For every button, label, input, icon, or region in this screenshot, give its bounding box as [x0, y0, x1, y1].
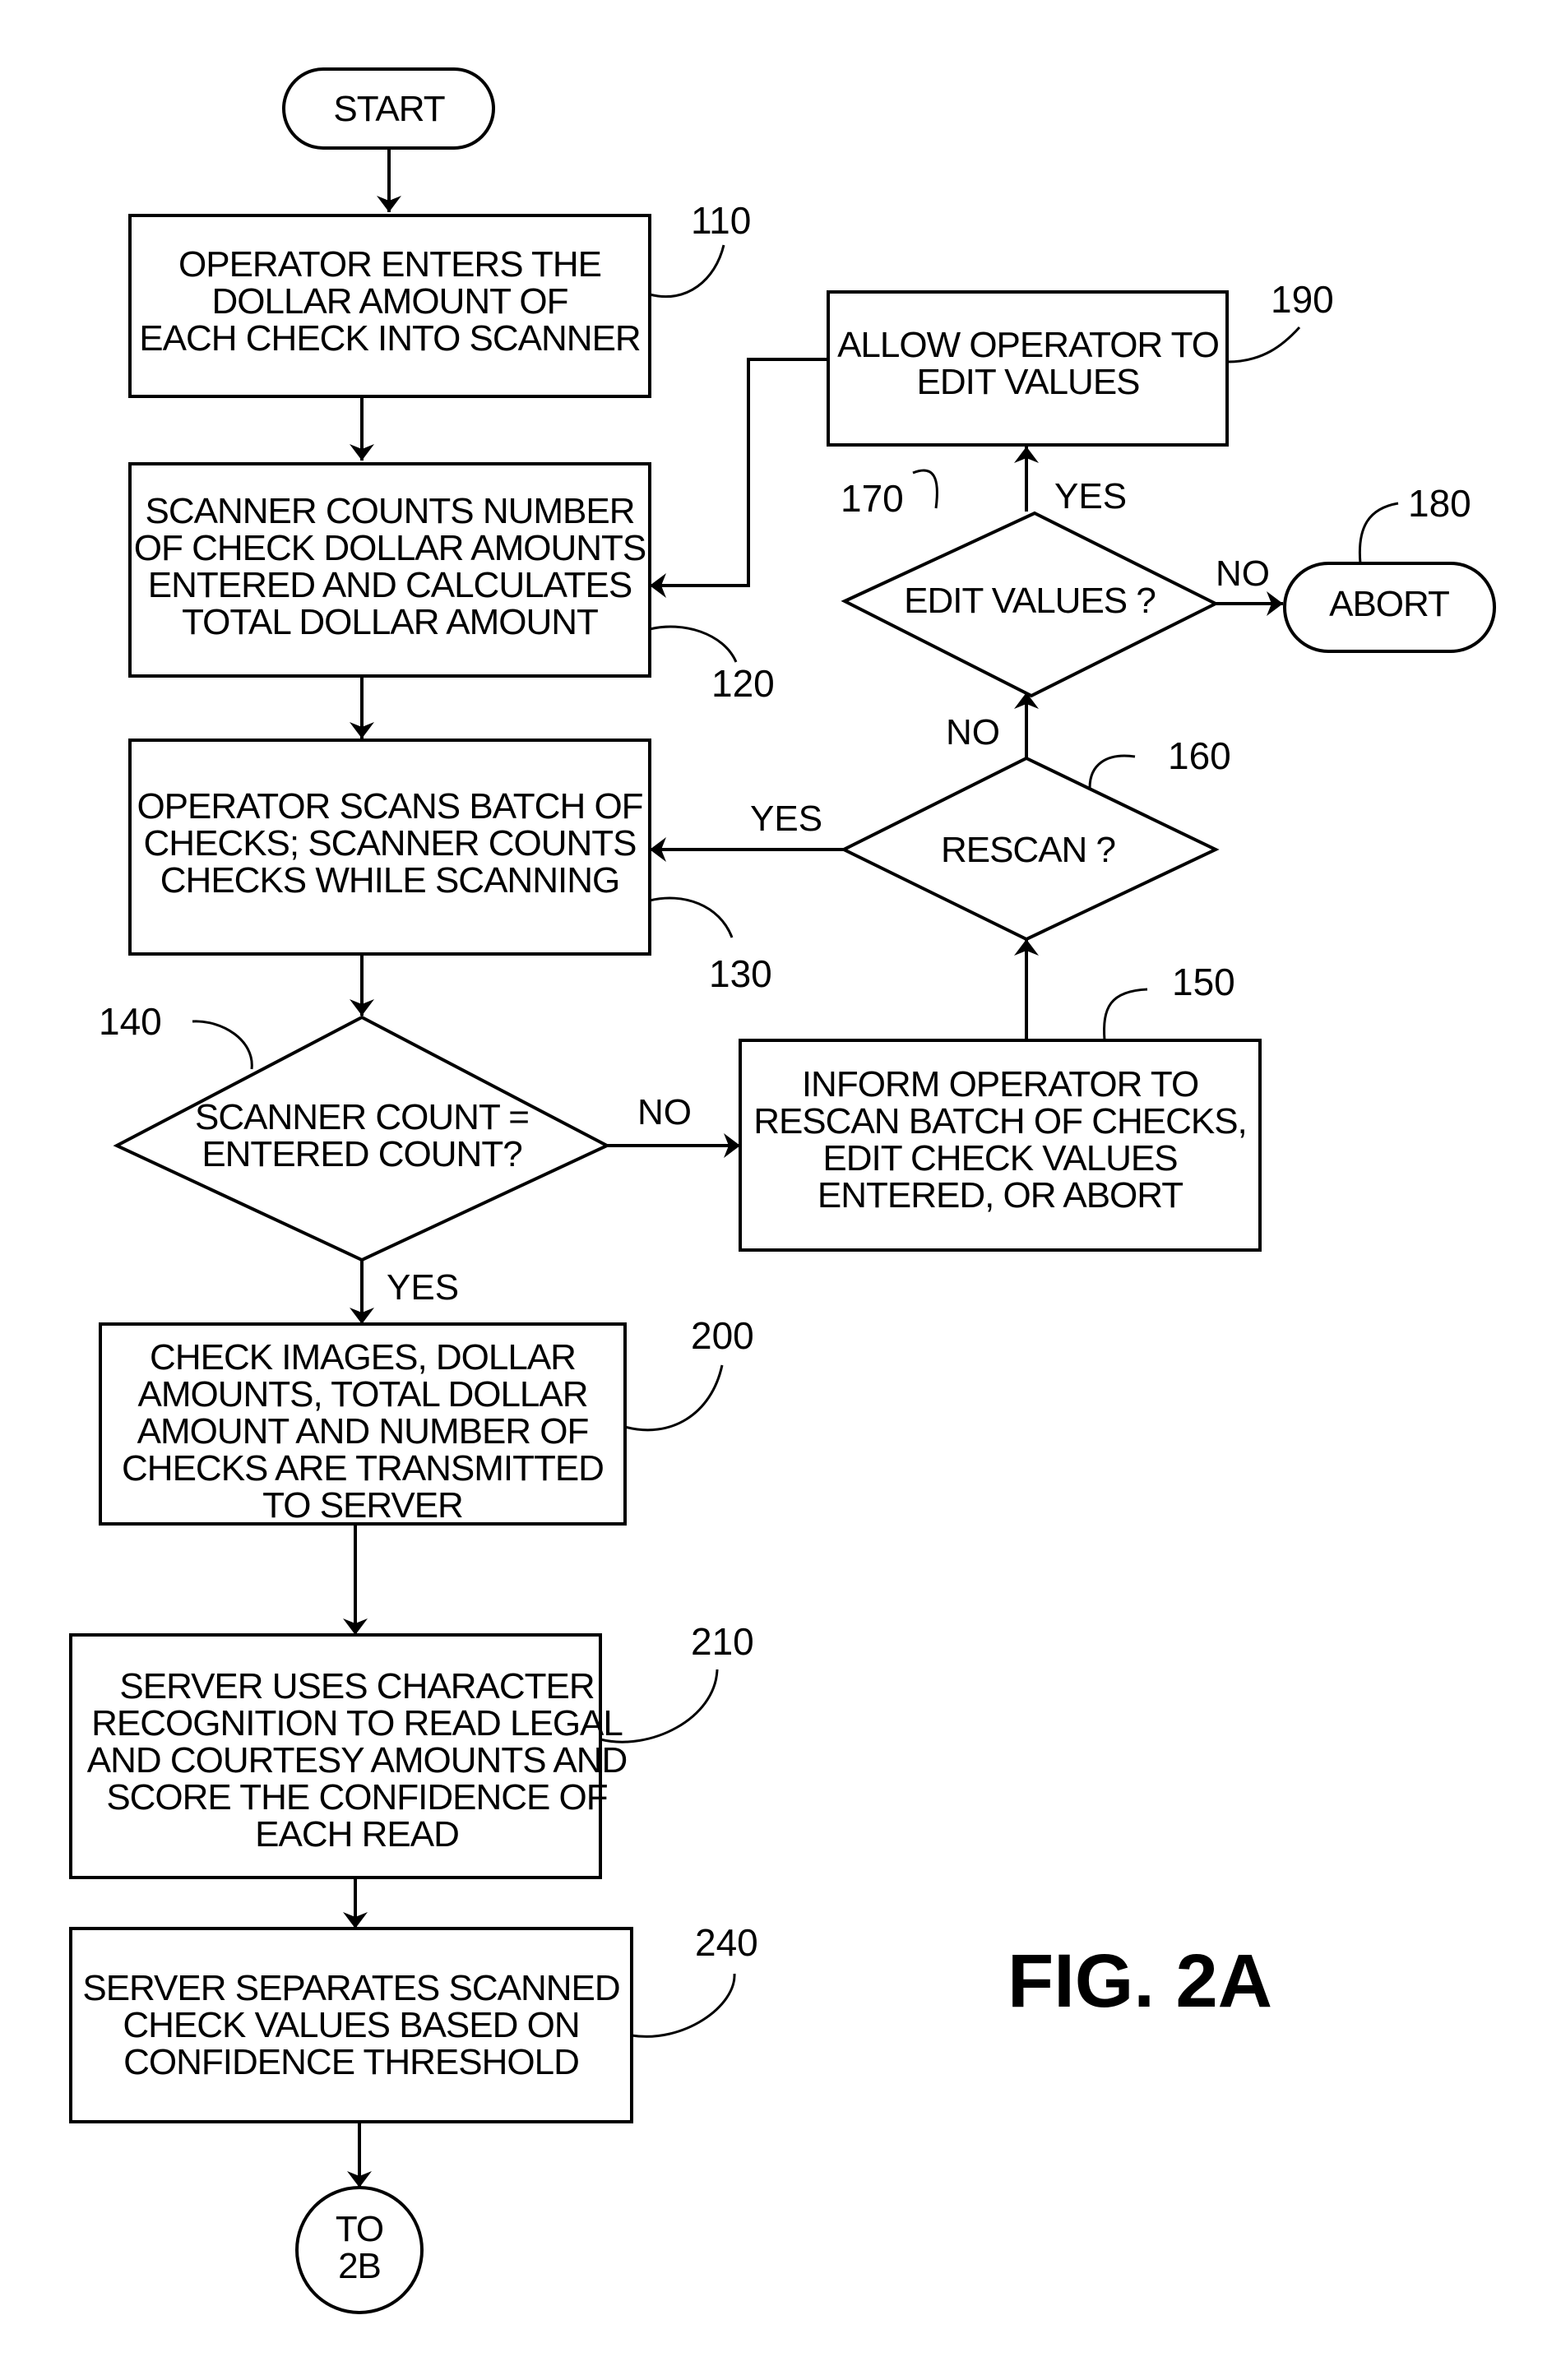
branch-140-yes: YES — [387, 1267, 459, 1308]
step-210-line-2: RECOGNITION TO READ LEGAL — [91, 1703, 623, 1743]
decision-160-label: RESCAN ? — [941, 830, 1115, 870]
ref-150: 150 — [1172, 961, 1235, 1003]
ref-120-leader — [649, 625, 738, 663]
connector-line-2: 2B — [338, 2246, 381, 2286]
ref-190: 190 — [1271, 278, 1334, 321]
abort-label: ABORT — [1329, 584, 1449, 624]
ref-110-leader — [649, 244, 725, 299]
connector-line-1: TO — [336, 2209, 383, 2249]
step-200-line-1: CHECK IMAGES, DOLLAR — [150, 1337, 576, 1378]
ref-160: 160 — [1168, 734, 1231, 777]
step-120-line-4: TOTAL DOLLAR AMOUNT — [182, 602, 598, 642]
ref-150-leader — [1103, 988, 1148, 1041]
step-150-box: INFORM OPERATOR TO RESCAN BATCH OF CHECK… — [739, 1039, 1262, 1252]
step-210-line-4: SCORE THE CONFIDENCE OF — [106, 1777, 607, 1817]
ref-140-leader-visible — [192, 1020, 253, 1070]
branch-160-no: NO — [946, 712, 1000, 752]
step-110-box: OPERATOR ENTERS THE DOLLAR AMOUNT OF EAC… — [128, 214, 651, 398]
branch-140-no: NO — [637, 1092, 692, 1132]
step-200-line-3: AMOUNT AND NUMBER OF — [137, 1411, 589, 1452]
step-200-line-2: AMOUNTS, TOTAL DOLLAR — [137, 1374, 587, 1415]
step-150-line-1: INFORM OPERATOR TO — [802, 1064, 1198, 1104]
ref-210: 210 — [691, 1620, 754, 1663]
edge-190-120 — [650, 358, 827, 598]
ref-140: 140 — [99, 1000, 162, 1043]
ref-240: 240 — [695, 1921, 758, 1964]
step-110-line-3: EACH CHECK INTO SCANNER — [139, 318, 640, 359]
step-210-box: SERVER USES CHARACTER RECOGNITION TO REA… — [69, 1633, 628, 1879]
step-130-line-3: CHECKS WHILE SCANNING — [160, 860, 619, 901]
step-190-line-1: ALLOW OPERATOR TO — [837, 325, 1219, 365]
ref-180-leader — [1358, 502, 1399, 564]
step-150-line-4: ENTERED, OR ABORT — [818, 1175, 1183, 1215]
step-130-line-2: CHECKS; SCANNER COUNTS — [144, 823, 637, 864]
ref-160-leader — [1088, 754, 1136, 789]
decision-170-label: EDIT VALUES ? — [904, 581, 1156, 621]
step-200-line-4: CHECKS ARE TRANSMITTED — [122, 1448, 604, 1489]
abort-terminal: ABORT — [1283, 562, 1496, 653]
decision-140-line-1: SCANNER COUNT = — [195, 1097, 529, 1137]
branch-160-yes: YES — [750, 799, 822, 839]
step-200-box: CHECK IMAGES, DOLLAR AMOUNTS, TOTAL DOLL… — [99, 1322, 627, 1526]
step-120-line-1: SCANNER COUNTS NUMBER — [145, 491, 634, 531]
ref-190-leader — [1226, 326, 1301, 363]
step-240-box: SERVER SEPARATES SCANNED CHECK VALUES BA… — [69, 1927, 633, 2123]
ref-200: 200 — [691, 1314, 754, 1357]
step-120-box: SCANNER COUNTS NUMBER OF CHECK DOLLAR AM… — [128, 462, 651, 678]
ref-110: 110 — [691, 199, 751, 242]
decision-170: EDIT VALUES ? — [841, 511, 1220, 698]
ref-200-leader — [624, 1364, 724, 1432]
step-150-line-3: EDIT CHECK VALUES — [822, 1138, 1177, 1178]
step-110-line-2: DOLLAR AMOUNT OF — [211, 281, 567, 322]
ref-170-leader — [912, 469, 938, 509]
off-page-connector: TO 2B — [295, 2186, 424, 2314]
step-240-line-2: CHECK VALUES BASED ON — [123, 2005, 579, 2045]
ref-130: 130 — [709, 952, 772, 995]
branch-170-yes: YES — [1054, 476, 1127, 516]
step-130-line-1: OPERATOR SCANS BATCH OF — [137, 786, 642, 827]
ref-180: 180 — [1408, 482, 1471, 525]
decision-140-line-2: ENTERED COUNT? — [201, 1134, 521, 1174]
step-130-box: OPERATOR SCANS BATCH OF CHECKS; SCANNER … — [128, 739, 651, 956]
step-240-line-3: CONFIDENCE THRESHOLD — [123, 2042, 579, 2082]
ref-240-leader — [631, 1973, 736, 2038]
step-210-line-3: AND COURTESY AMOUNTS AND — [87, 1740, 628, 1780]
step-190-line-2: EDIT VALUES — [916, 362, 1139, 402]
decision-140: SCANNER COUNT = ENTERED COUNT? — [113, 1015, 611, 1262]
flowchart: START OPERATOR ENTERS THE DOLLAR AMOUNT … — [69, 67, 1496, 2314]
step-210-line-1: SERVER USES CHARACTER — [119, 1666, 594, 1706]
step-210-line-5: EACH READ — [255, 1814, 459, 1854]
step-120-line-2: OF CHECK DOLLAR AMOUNTS — [134, 528, 646, 568]
step-120-line-3: ENTERED AND CALCULATES — [148, 565, 632, 605]
step-200-line-5: TO SERVER — [262, 1485, 463, 1526]
step-240-line-1: SERVER SEPARATES SCANNED — [82, 1968, 619, 2008]
step-110-line-1: OPERATOR ENTERS THE — [178, 244, 601, 285]
decision-160: RESCAN ? — [840, 756, 1220, 942]
step-190-box: ALLOW OPERATOR TO EDIT VALUES — [827, 290, 1229, 447]
start-terminal: START — [282, 67, 495, 150]
step-150-line-2: RESCAN BATCH OF CHECKS, — [753, 1101, 1247, 1141]
ref-120: 120 — [711, 662, 775, 705]
ref-130-leader — [649, 896, 734, 938]
start-label: START — [333, 89, 444, 129]
branch-170-no: NO — [1216, 553, 1270, 594]
ref-170: 170 — [841, 477, 904, 520]
figure-label: FIG. 2A — [1007, 1939, 1272, 2023]
